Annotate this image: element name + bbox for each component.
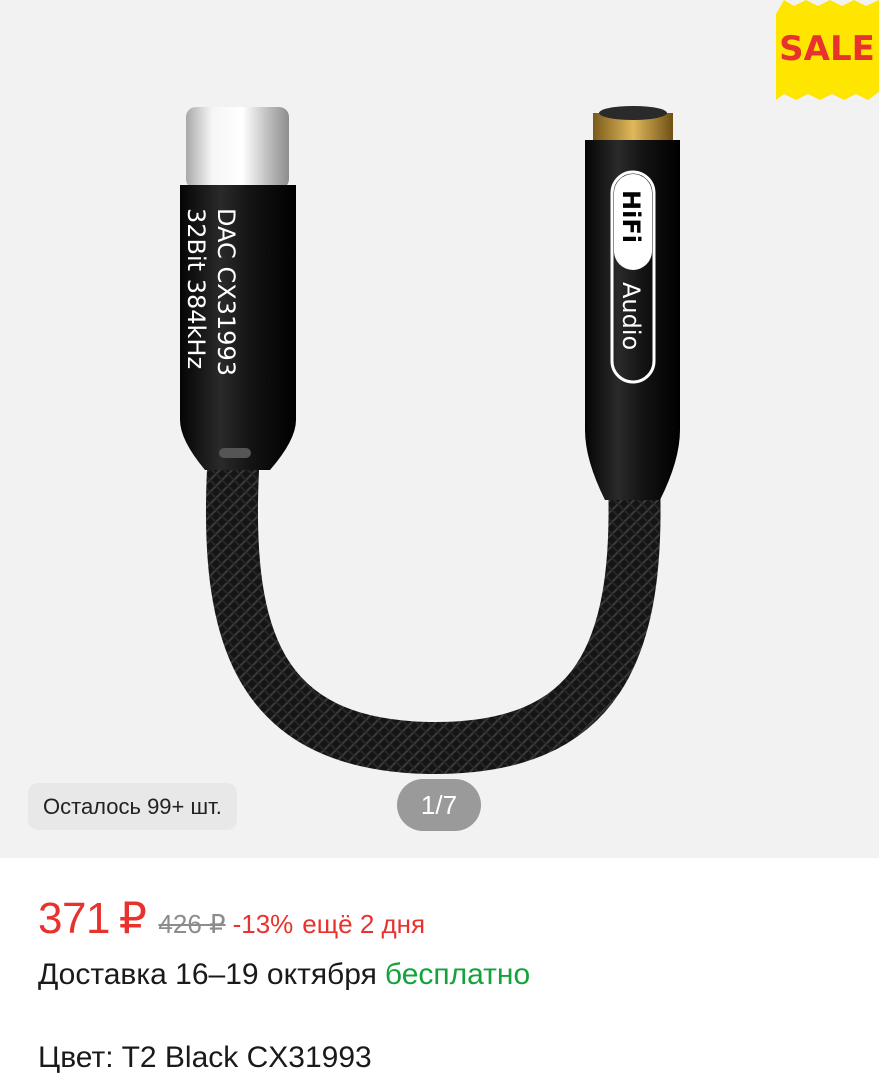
sale-badge-text: SALE	[779, 29, 875, 69]
variant-color-label: Цвет:	[38, 1041, 114, 1074]
currency-symbol: ₽	[118, 894, 147, 943]
delivery-free-label: бесплатно	[384, 958, 531, 991]
variant-color-selector[interactable]: Цвет: T2 Black CX31993	[38, 1041, 372, 1075]
svg-text:32Bit 384kHz: 32Bit 384kHz	[182, 208, 210, 369]
stock-remaining-label: Осталось 99+ шт.	[28, 783, 237, 830]
svg-text:Audio: Audio	[617, 282, 645, 350]
sale-badge: SALE	[776, 0, 879, 100]
promo-time-left: ещё 2 дня	[302, 909, 426, 939]
stock-remaining-text: Осталось 99+ шт.	[43, 793, 222, 819]
variant-color-value: T2 Black CX31993	[121, 1041, 372, 1074]
gallery-page-counter: 1/7	[397, 779, 481, 831]
delivery-info: Доставка 16–19 октября бесплатно	[38, 958, 530, 992]
discount-percent: -13%	[232, 909, 294, 939]
current-price-value: 371	[38, 894, 110, 943]
current-price: 371 ₽	[38, 893, 147, 944]
svg-text:HiFi: HiFi	[617, 190, 645, 243]
price-row: 371 ₽ 426 ₽ -13% ещё 2 дня	[38, 893, 425, 944]
gallery-page-counter-text: 1/7	[420, 789, 458, 820]
product-gallery[interactable]: DAC CX31993 32Bit 384kHz HiFi Audio SALE…	[0, 0, 879, 858]
old-price: 426 ₽	[158, 909, 226, 939]
product-image[interactable]: DAC CX31993 32Bit 384kHz HiFi Audio	[0, 0, 879, 858]
delivery-dates: Доставка 16–19 октября	[38, 958, 377, 991]
svg-text:DAC CX31993: DAC CX31993	[212, 208, 240, 376]
